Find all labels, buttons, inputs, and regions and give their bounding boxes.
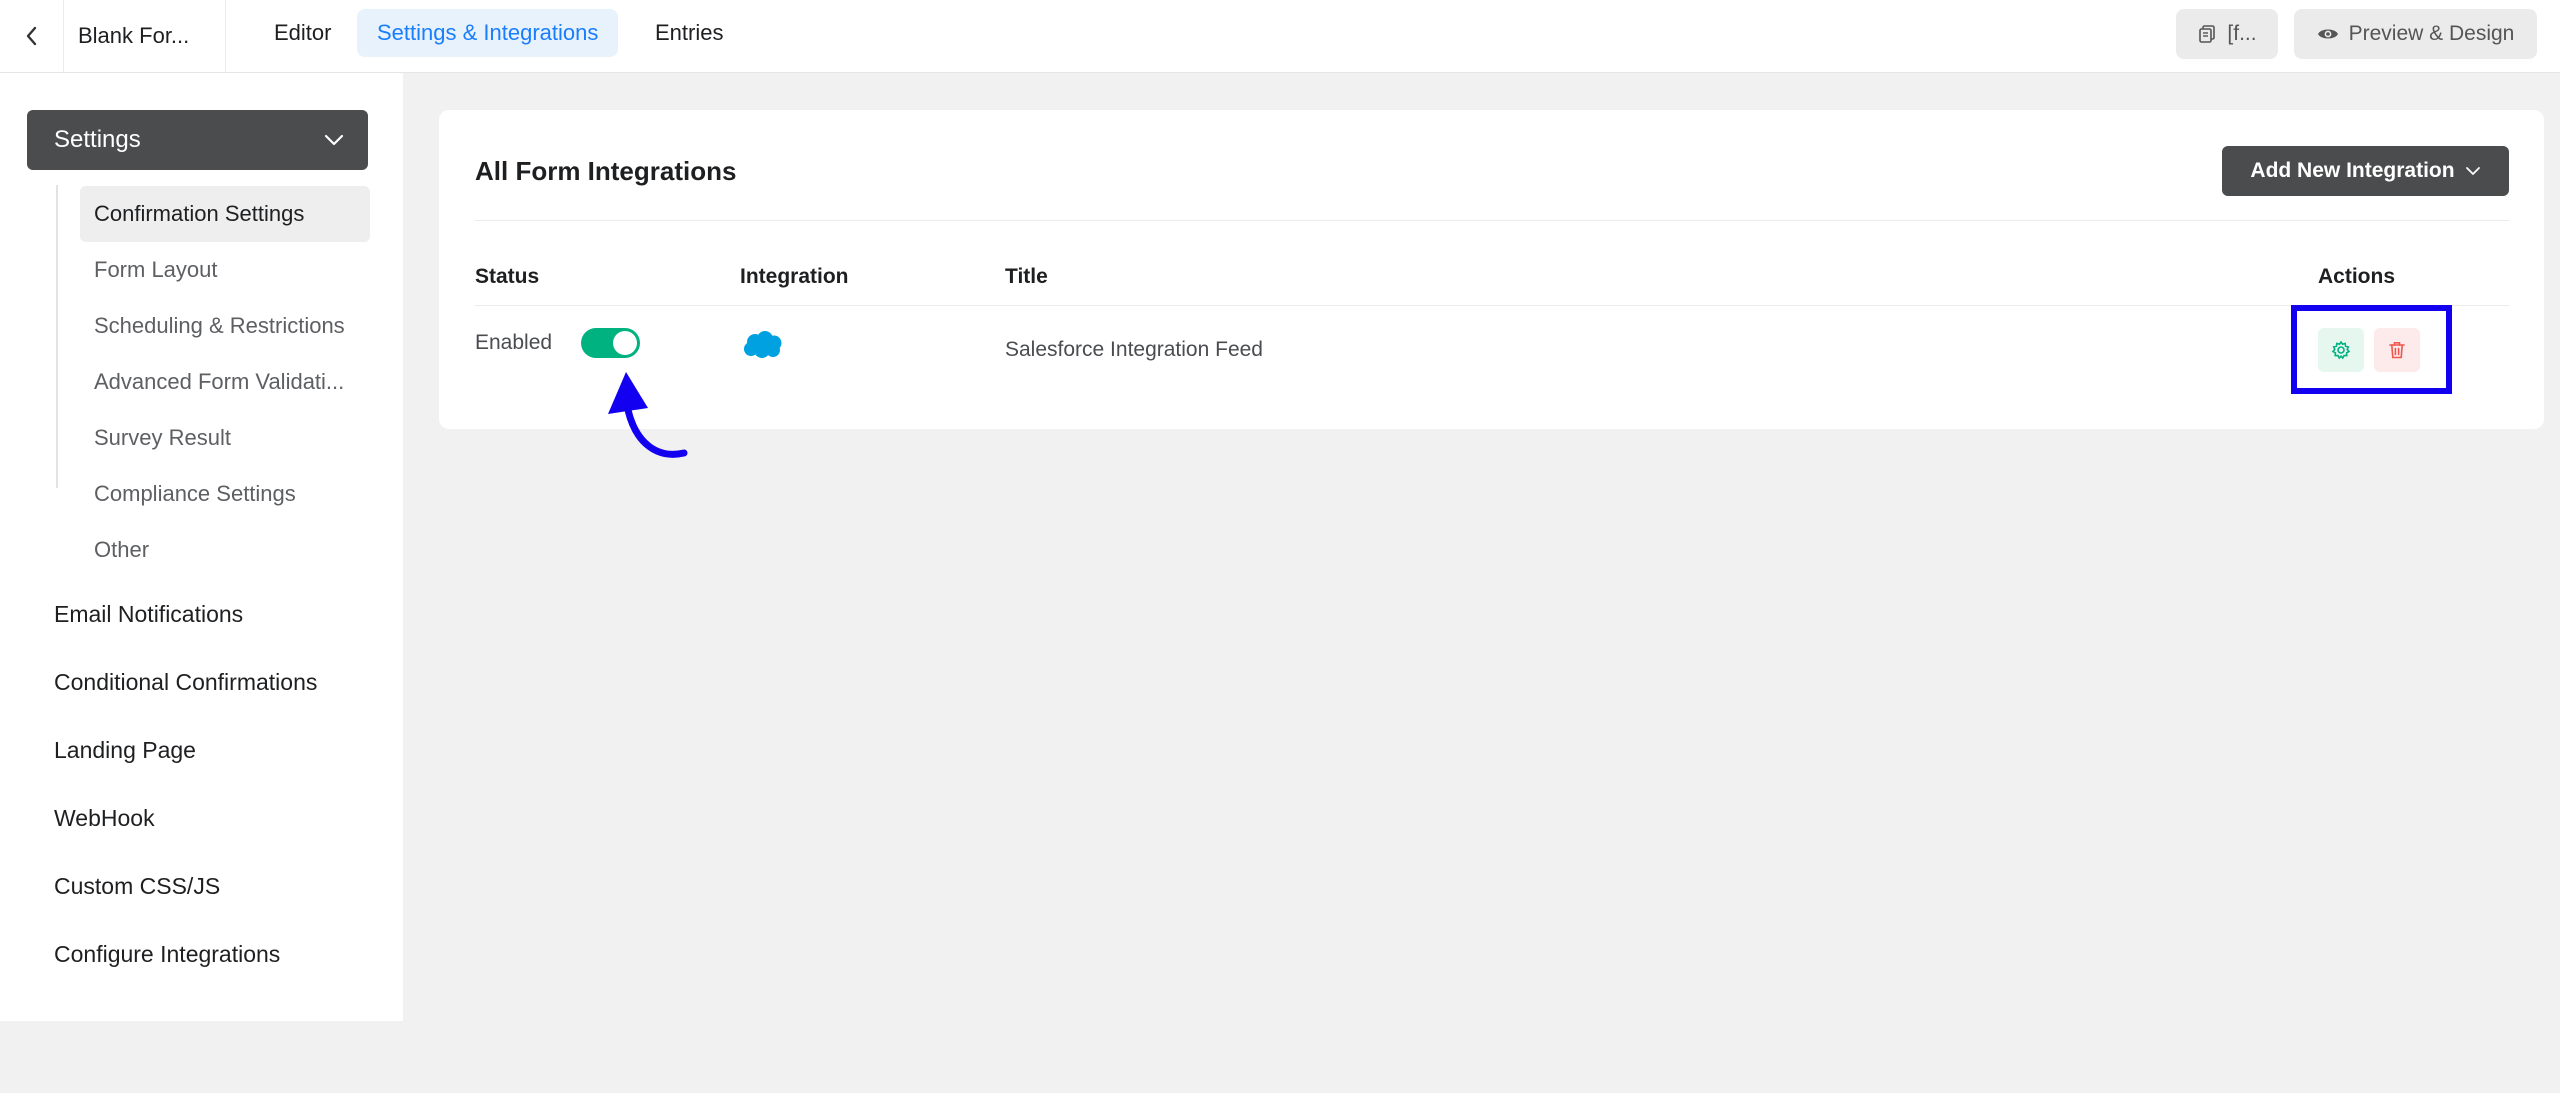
back-button[interactable] xyxy=(0,0,64,72)
column-header-status: Status xyxy=(475,265,540,288)
sidebar-item-advanced-form-validation[interactable]: Advanced Form Validati... xyxy=(80,354,370,410)
preview-design-button[interactable]: Preview & Design xyxy=(2294,9,2537,59)
settings-menu-toggle[interactable]: Settings xyxy=(27,110,368,170)
eye-icon xyxy=(2317,29,2338,39)
chevron-down-icon xyxy=(324,134,344,146)
sidebar-item-confirmation-settings[interactable]: Confirmation Settings xyxy=(80,186,370,242)
tab-editor[interactable]: Editor xyxy=(254,9,351,57)
sidebar-item-configure-integrations[interactable]: Configure Integrations xyxy=(54,941,280,968)
shortcode-label: [f... xyxy=(2227,22,2257,45)
chevron-down-icon xyxy=(2465,167,2480,175)
page-title: All Form Integrations xyxy=(475,156,737,186)
column-header-title: Title xyxy=(1005,265,1048,288)
sidebar-item-custom-css-js[interactable]: Custom CSS/JS xyxy=(54,873,220,900)
copy-icon xyxy=(2199,25,2216,43)
sidebar-item-webhook[interactable]: WebHook xyxy=(54,805,155,832)
tab-entries[interactable]: Entries xyxy=(635,9,743,57)
column-header-actions: Actions xyxy=(2318,265,2396,288)
sidebar-item-compliance-settings[interactable]: Compliance Settings xyxy=(80,466,370,522)
sidebar-item-survey-result[interactable]: Survey Result xyxy=(80,410,370,466)
integration-title: Salesforce Integration Feed xyxy=(1005,338,1263,361)
header-divider xyxy=(475,305,2509,306)
sidebar-item-conditional-confirmations[interactable]: Conditional Confirmations xyxy=(54,669,317,696)
chevron-left-icon xyxy=(26,26,36,46)
settings-sidebar: Settings Confirmation Settings Form Layo… xyxy=(0,73,403,1021)
add-new-integration-button[interactable]: Add New Integration xyxy=(2222,146,2509,196)
settings-menu-label: Settings xyxy=(54,126,141,153)
toggle-knob xyxy=(613,331,637,355)
divider xyxy=(475,220,2509,221)
integrations-card: All Form Integrations Add New Integratio… xyxy=(439,110,2544,429)
form-name: Blank For... xyxy=(64,0,226,72)
sidebar-item-scheduling-restrictions[interactable]: Scheduling & Restrictions xyxy=(80,298,370,354)
sidebar-item-landing-page[interactable]: Landing Page xyxy=(54,737,196,764)
column-header-integration: Integration xyxy=(740,265,849,288)
sidebar-item-email-notifications[interactable]: Email Notifications xyxy=(54,601,243,628)
salesforce-cloud-icon xyxy=(744,331,782,358)
shortcode-button[interactable]: [f... xyxy=(2176,9,2278,59)
top-bar: Blank For... Editor Settings & Integrati… xyxy=(0,0,2560,73)
add-new-integration-label: Add New Integration xyxy=(2250,159,2455,182)
status-toggle[interactable] xyxy=(581,328,640,358)
annotation-arrow xyxy=(608,372,688,458)
status-text: Enabled xyxy=(475,331,553,354)
settings-submenu: Confirmation Settings Form Layout Schedu… xyxy=(56,185,370,562)
actions-highlight-box xyxy=(2291,305,2452,394)
preview-design-label: Preview & Design xyxy=(2348,22,2515,45)
sidebar-item-other[interactable]: Other xyxy=(80,522,370,578)
tab-settings-integrations[interactable]: Settings & Integrations xyxy=(357,9,619,57)
sidebar-item-form-layout[interactable]: Form Layout xyxy=(80,242,370,298)
